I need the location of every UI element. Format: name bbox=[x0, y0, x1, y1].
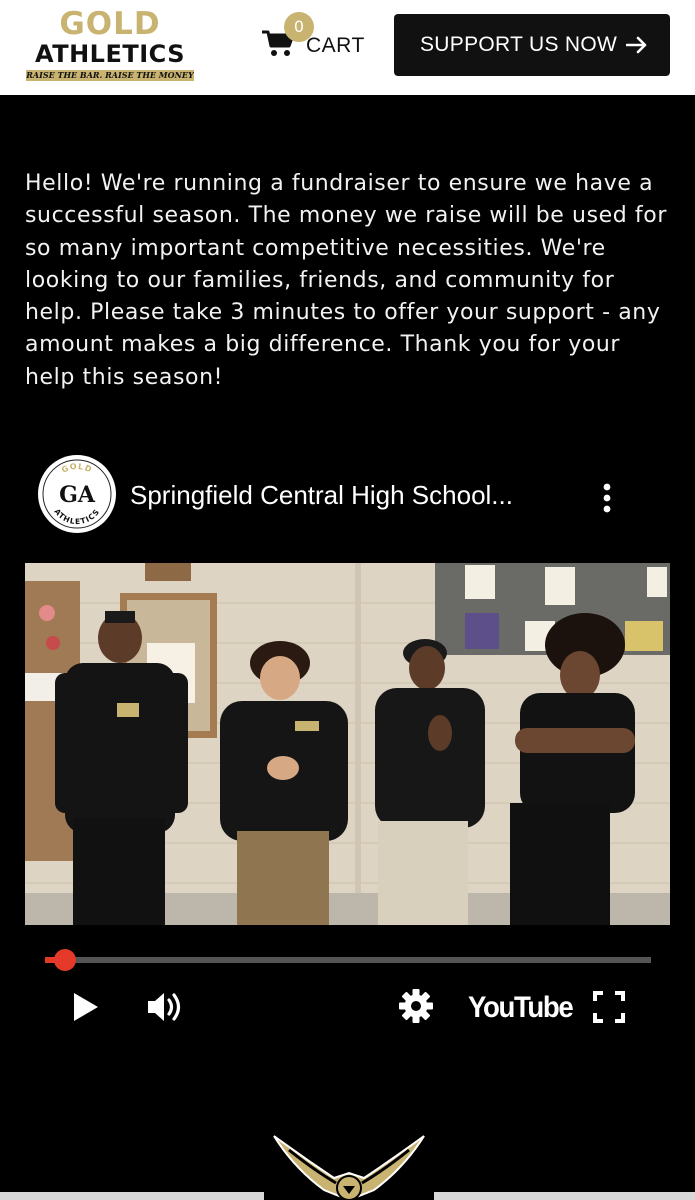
eagle-mascot-icon bbox=[264, 1128, 434, 1200]
youtube-logo[interactable]: YouTube bbox=[468, 990, 574, 1026]
cart-label: CART bbox=[306, 34, 365, 57]
avatar-letters: GA bbox=[59, 482, 96, 508]
video-embed-header: GOLD ATHLETICS GA Springfield Central Hi… bbox=[0, 452, 695, 542]
more-options-icon[interactable] bbox=[600, 482, 614, 514]
fundraiser-intro-text: Hello! We're running a fundraiser to ens… bbox=[25, 171, 667, 390]
support-us-now-button[interactable]: SUPPORT US NOW bbox=[394, 14, 670, 76]
site-logo[interactable]: GOLD ATHLETICS RAISE THE BAR. RAISE THE … bbox=[24, 8, 196, 84]
fullscreen-icon[interactable] bbox=[592, 990, 626, 1024]
progress-scrubber[interactable] bbox=[53, 949, 76, 971]
video-progress-bar[interactable] bbox=[45, 949, 651, 971]
video-title[interactable]: Springfield Central High School... bbox=[130, 480, 513, 511]
logo-tagline: RAISE THE BAR. RAISE THE MONEY bbox=[26, 70, 194, 81]
cart-button[interactable]: 0 CART bbox=[258, 12, 378, 74]
logo-gold-text: GOLD bbox=[59, 6, 161, 42]
support-button-label: SUPPORT US NOW bbox=[420, 33, 618, 56]
volume-icon[interactable] bbox=[145, 988, 185, 1026]
progress-track bbox=[45, 957, 651, 963]
channel-avatar[interactable]: GOLD ATHLETICS GA bbox=[38, 455, 116, 533]
gear-icon[interactable] bbox=[398, 988, 434, 1024]
play-icon[interactable] bbox=[70, 988, 102, 1026]
logo-athletics-text: ATHLETICS bbox=[35, 40, 185, 68]
video-frame[interactable] bbox=[25, 563, 670, 925]
site-header: GOLD ATHLETICS RAISE THE BAR. RAISE THE … bbox=[0, 0, 695, 95]
arrow-right-icon bbox=[626, 36, 647, 54]
